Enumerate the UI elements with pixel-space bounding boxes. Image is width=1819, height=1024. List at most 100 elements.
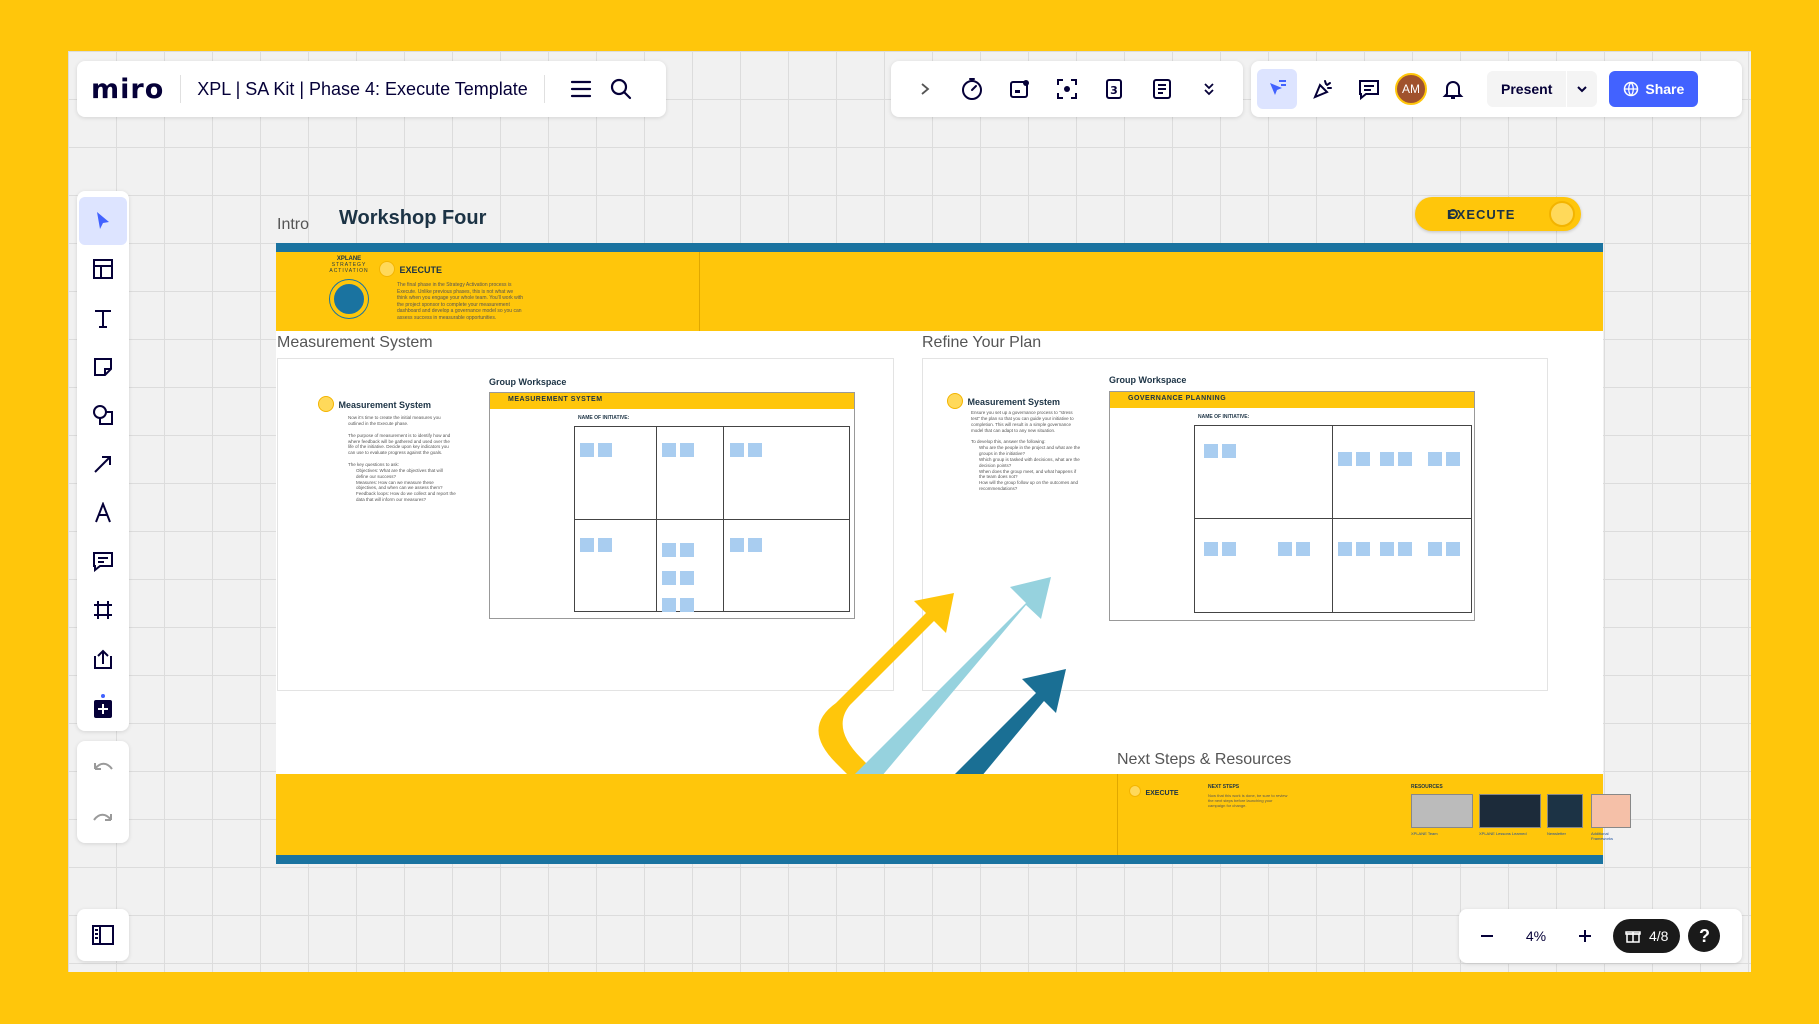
sticky-note[interactable]: [748, 443, 762, 457]
sticky-note[interactable]: [748, 538, 762, 552]
intro-label: Intro: [277, 216, 310, 233]
focus-icon[interactable]: [1047, 69, 1087, 109]
resource-thumb[interactable]: [1591, 794, 1631, 828]
sticky-note[interactable]: [662, 598, 676, 612]
board-frame[interactable]: XPLANE STRATEGY ACTIVATION EXECUTE The f…: [276, 243, 1631, 864]
sticky-note[interactable]: [680, 543, 694, 557]
leaf-icon: [1129, 784, 1141, 797]
zoom-level[interactable]: 4%: [1515, 928, 1557, 944]
sticky-note[interactable]: [1356, 452, 1370, 466]
board-title[interactable]: XPL | SA Kit | Phase 4: Execute Template: [197, 79, 528, 100]
arrows-graphic: [818, 577, 1066, 783]
refine-plan-label: Refine Your Plan: [922, 334, 1042, 351]
intro-band-heading: EXECUTE: [399, 265, 442, 275]
board-header: miro XPL | SA Kit | Phase 4: Execute Tem…: [77, 61, 666, 117]
shapes-icon[interactable]: [79, 392, 127, 440]
sticky-note[interactable]: [1446, 452, 1460, 466]
sticky-note[interactable]: [1428, 542, 1442, 556]
sticky-note[interactable]: [1446, 542, 1460, 556]
resource-link[interactable]: XPLANE Lessons Learned: [1479, 831, 1527, 836]
present-button[interactable]: Present: [1487, 71, 1567, 107]
double-chevron-down-icon[interactable]: [1189, 69, 1229, 109]
sticky-note[interactable]: [1380, 542, 1394, 556]
sticky-note[interactable]: [1222, 444, 1236, 458]
notes-icon[interactable]: [1142, 69, 1182, 109]
cursor-follow-icon[interactable]: [1257, 69, 1297, 109]
menu-icon[interactable]: [561, 69, 601, 109]
governance-intro: Ensure you set up a governance process t…: [971, 410, 1074, 433]
sticky-note[interactable]: [1222, 542, 1236, 556]
templates-icon[interactable]: [79, 246, 127, 294]
sticky-note[interactable]: [1380, 452, 1394, 466]
more-apps-icon[interactable]: [79, 683, 127, 731]
sticky-note[interactable]: [680, 443, 694, 457]
resource-thumb[interactable]: [1479, 794, 1541, 828]
user-avatar[interactable]: AM: [1395, 73, 1427, 105]
leaf-icon: [318, 395, 334, 412]
chevron-right-icon[interactable]: [905, 69, 945, 109]
measurement-purpose: The purpose of measurement is to identif…: [348, 432, 451, 456]
sticky-note[interactable]: [598, 443, 612, 457]
next-steps-label: Next Steps & Resources: [1117, 751, 1292, 768]
share-toolbar: AM Present Share: [1251, 61, 1742, 117]
sticky-note[interactable]: [662, 571, 676, 585]
sticky-note[interactable]: [1398, 542, 1412, 556]
sticky-note[interactable]: [580, 443, 594, 457]
chevron-down-icon[interactable]: [1567, 71, 1598, 107]
sticky-note[interactable]: [730, 443, 744, 457]
svg-text:3: 3: [1111, 84, 1119, 97]
sticky-note[interactable]: [598, 538, 612, 552]
sticky-note[interactable]: [580, 538, 594, 552]
connector-arrow-icon[interactable]: [79, 440, 127, 488]
governance-bullet: When does the group meet, and what happe…: [979, 468, 1077, 480]
upload-icon[interactable]: [79, 635, 127, 683]
zoom-out-icon[interactable]: [1467, 916, 1507, 956]
share-button[interactable]: Share: [1609, 71, 1699, 107]
comment-icon[interactable]: [79, 537, 127, 585]
sticky-note[interactable]: [1398, 452, 1412, 466]
undo-icon[interactable]: [83, 747, 123, 787]
resource-link[interactable]: XPLANE Team: [1411, 831, 1438, 836]
timer-icon[interactable]: [952, 69, 992, 109]
sticky-note[interactable]: [680, 598, 694, 612]
zoom-in-icon[interactable]: [1565, 916, 1605, 956]
sticky-note[interactable]: [1296, 542, 1310, 556]
sticky-note-icon[interactable]: [79, 343, 127, 391]
text-icon[interactable]: [79, 294, 127, 342]
execute-pill[interactable]: EXECUTE: [1415, 197, 1581, 231]
countdown-icon[interactable]: 3: [1094, 69, 1134, 109]
sticky-note[interactable]: [1204, 444, 1218, 458]
search-icon[interactable]: [601, 69, 641, 109]
miro-logo[interactable]: miro: [91, 74, 164, 105]
reactions-icon[interactable]: [1303, 69, 1343, 109]
resource-link[interactable]: Newsletter: [1547, 831, 1566, 836]
group-workspace-label: Group Workspace: [1109, 375, 1187, 385]
comments-icon[interactable]: [1349, 69, 1389, 109]
sticky-note[interactable]: [1278, 542, 1292, 556]
governance-worksheet[interactable]: GOVERNANCE PLANNING NAME OF INITIATIVE:: [1109, 391, 1475, 621]
bell-icon[interactable]: [1433, 69, 1473, 109]
sticky-note[interactable]: [662, 543, 676, 557]
measurement-bullet: Objectives: What are the objectives that…: [356, 467, 443, 479]
share-label: Share: [1645, 81, 1685, 97]
sticky-note[interactable]: [1356, 542, 1370, 556]
help-icon[interactable]: ?: [1688, 920, 1721, 952]
select-cursor-icon[interactable]: [79, 197, 127, 245]
sticky-note[interactable]: [1204, 542, 1218, 556]
resource-thumb[interactable]: [1547, 794, 1583, 828]
sticky-note[interactable]: [1338, 542, 1352, 556]
card-icon[interactable]: [1000, 69, 1040, 109]
sticky-note[interactable]: [1428, 452, 1442, 466]
resource-link[interactable]: Additional Frameworks: [1591, 831, 1613, 841]
resource-thumb[interactable]: [1411, 794, 1473, 828]
frames-pager[interactable]: 4/8: [1613, 919, 1681, 953]
frame-icon[interactable]: [79, 586, 127, 634]
redo-icon[interactable]: [83, 798, 123, 838]
sticky-note[interactable]: [662, 443, 676, 457]
sticky-note[interactable]: [680, 571, 694, 585]
board-panel-toggle[interactable]: [77, 909, 129, 961]
sticky-note[interactable]: [730, 538, 744, 552]
sticky-note[interactable]: [1338, 452, 1352, 466]
pen-icon[interactable]: [79, 489, 127, 537]
measurement-intro: Now it's time to create the initial meas…: [348, 415, 441, 426]
